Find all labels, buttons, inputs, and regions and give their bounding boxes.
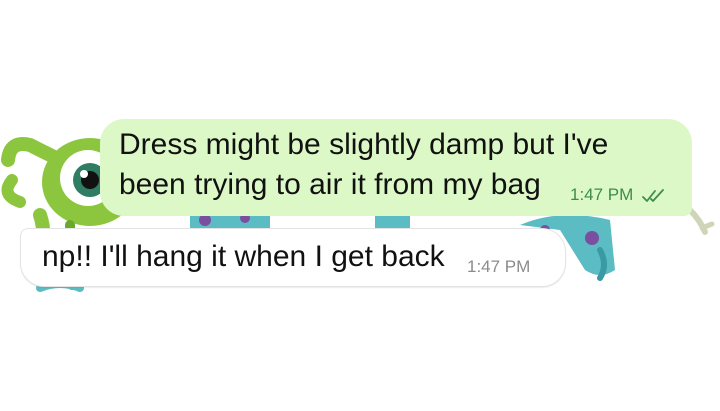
message-meta: 1:47 PM: [570, 185, 667, 205]
message-meta: 1:47 PM: [467, 257, 530, 277]
message-timestamp: 1:47 PM: [467, 257, 531, 276]
chat-screen: Dress might be slightly damp but I've be…: [0, 0, 720, 411]
claw-icon: [687, 207, 715, 235]
message-text-line: Dress might be slightly damp but I've: [119, 128, 609, 161]
double-check-read-icon: [642, 188, 664, 202]
message-text: np!! I'll hang it when I get back: [42, 240, 445, 273]
message-text-line: been trying to air it from my bag: [119, 168, 541, 201]
message-timestamp: 1:47 PM: [570, 185, 634, 204]
outgoing-message-bubble[interactable]: Dress might be slightly damp but I've be…: [100, 119, 692, 216]
incoming-message-bubble[interactable]: np!! I'll hang it when I get back 1:47 P…: [20, 228, 566, 287]
